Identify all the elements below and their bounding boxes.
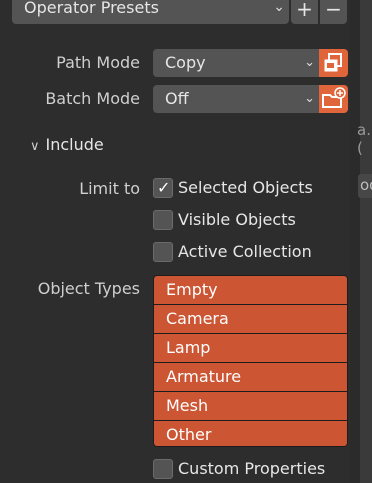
adjacent-text-fragment: a.(	[357, 121, 371, 157]
object-type-empty[interactable]: Empty	[154, 276, 347, 305]
checkmark-icon: ✓	[157, 178, 171, 197]
include-section-header[interactable]: ∨ Include	[30, 135, 104, 154]
batch-mode-label: Batch Mode	[45, 89, 140, 108]
batch-mode-dropdown[interactable]: Off ⌄	[153, 85, 319, 113]
object-type-armature[interactable]: Armature	[154, 363, 347, 392]
operator-presets-label: Operator Presets	[24, 0, 159, 17]
adjacent-field-text: od	[360, 176, 372, 194]
visible-objects-label: Visible Objects	[178, 210, 296, 229]
path-mode-dropdown[interactable]: Copy ⌄	[153, 49, 319, 77]
path-mode-embed-toggle[interactable]	[319, 49, 348, 77]
object-type-other[interactable]: Other	[154, 421, 347, 446]
batch-mode-value: Off	[165, 89, 189, 108]
include-label: Include	[45, 135, 104, 154]
object-type-mesh[interactable]: Mesh	[154, 392, 347, 421]
adjacent-area-edge	[360, 0, 372, 483]
path-mode-label: Path Mode	[56, 53, 140, 72]
remove-preset-button[interactable]: −	[320, 0, 347, 24]
scrollbar[interactable]	[350, 0, 360, 483]
chevron-down-icon: ⌄	[273, 0, 285, 15]
object-type-lamp[interactable]: Lamp	[154, 334, 347, 363]
add-preset-button[interactable]: +	[291, 0, 318, 24]
checkbox-box[interactable]	[153, 242, 173, 262]
checkbox-box[interactable]	[153, 210, 173, 230]
checkbox-box[interactable]: ✓	[153, 178, 173, 198]
object-types-list: Empty Camera Lamp Armature Mesh Other	[153, 275, 348, 447]
new-folder-icon	[322, 87, 346, 108]
active-collection-label: Active Collection	[178, 242, 312, 261]
batch-mode-folder-toggle[interactable]	[319, 85, 348, 113]
copy-files-icon	[324, 53, 342, 72]
path-mode-value: Copy	[165, 53, 206, 72]
checkbox-box[interactable]	[153, 459, 173, 479]
object-type-camera[interactable]: Camera	[154, 305, 347, 334]
chevron-down-icon: ⌄	[304, 91, 315, 106]
chevron-down-icon: ∨	[30, 139, 40, 154]
object-types-label: Object Types	[37, 279, 140, 298]
selected-objects-label: Selected Objects	[178, 178, 313, 197]
operator-presets-dropdown[interactable]: Operator Presets ⌄	[12, 0, 289, 24]
chevron-down-icon: ⌄	[304, 55, 315, 70]
limit-to-label: Limit to	[79, 179, 140, 198]
custom-properties-label: Custom Properties	[178, 459, 326, 478]
